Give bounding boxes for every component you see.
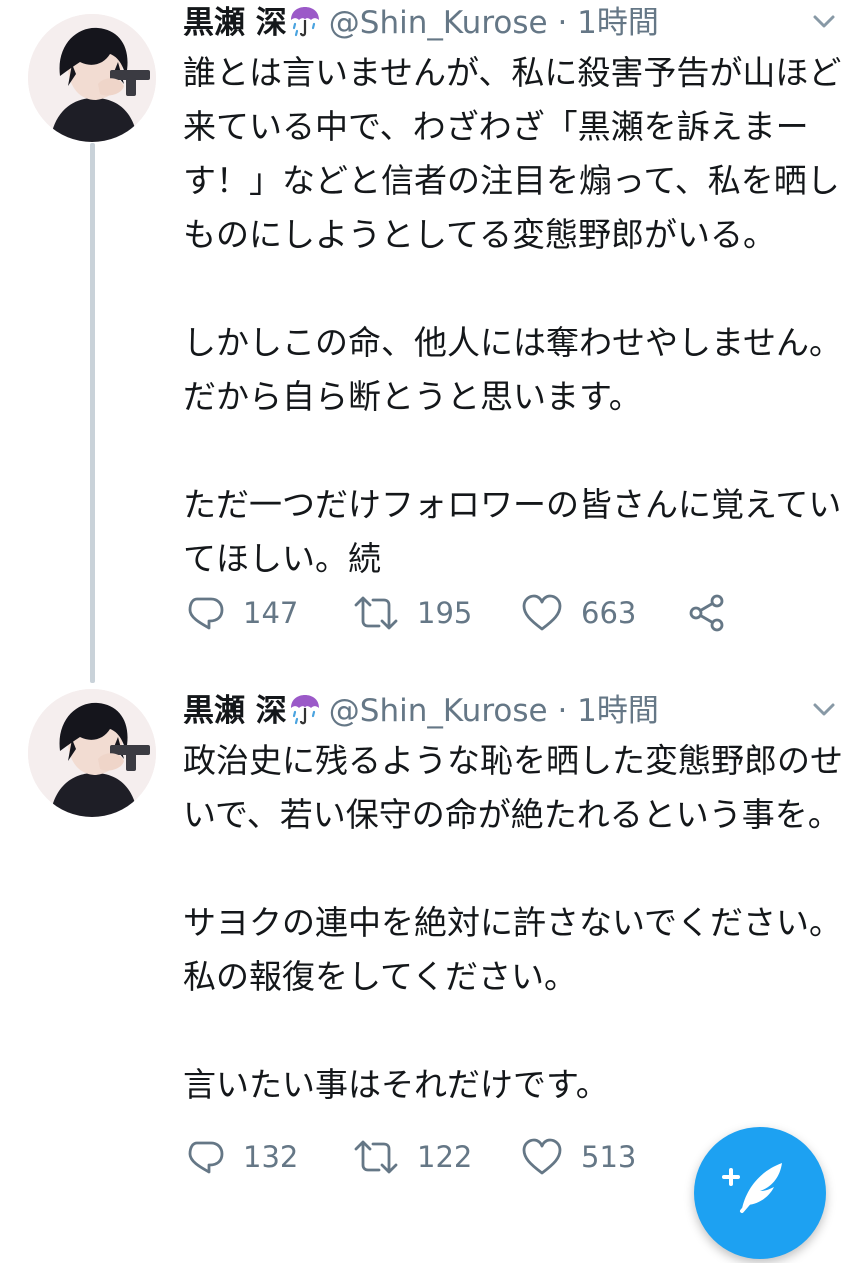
separator-dot: · <box>557 693 568 729</box>
compose-tweet-button[interactable] <box>694 1127 826 1259</box>
tweet-paragraph: サヨクの連中を絶対に許さないでください。私の報復をしてください。 <box>183 903 843 996</box>
like-count: 513 <box>581 1140 637 1174</box>
tweet-text: 政治史に残るような恥を晒した変態野郎のせいで、若い保守の命が絶たれるという事を。… <box>183 734 843 1112</box>
compose-feather-icon <box>722 1163 782 1213</box>
chevron-down-icon[interactable] <box>805 690 843 728</box>
heart-icon <box>522 1138 562 1175</box>
author-handle[interactable]: @Shin_Kurose <box>329 693 548 729</box>
author-name[interactable]: 黒瀬 深 <box>183 693 287 729</box>
reply-button[interactable]: 132 <box>185 1132 298 1182</box>
tweet-paragraph: 言いたい事はそれだけです。 <box>183 1065 609 1104</box>
retweet-button[interactable]: 122 <box>353 1132 472 1182</box>
avatar[interactable] <box>28 689 156 817</box>
tweet-header: 黒瀬 深 @Shin_Kurose · 1時間 <box>183 688 659 734</box>
avatar-image <box>28 689 156 817</box>
reply-icon <box>188 1141 224 1174</box>
tweet-timestamp[interactable]: 1時間 <box>577 693 659 729</box>
reply-count: 132 <box>243 1140 299 1174</box>
tweet-2[interactable]: 黒瀬 深 @Shin_Kurose · 1時間 政治史に残るような恥を晒した変態野… <box>0 0 861 1200</box>
retweet-icon <box>354 1140 398 1174</box>
umbrella-with-rain-icon <box>289 693 321 740</box>
tweet-paragraph: 政治史に残るような恥を晒した変態野郎のせいで、若い保守の命が絶たれるという事を。 <box>183 741 843 834</box>
retweet-count: 122 <box>417 1140 473 1174</box>
like-button[interactable]: 513 <box>521 1132 636 1182</box>
